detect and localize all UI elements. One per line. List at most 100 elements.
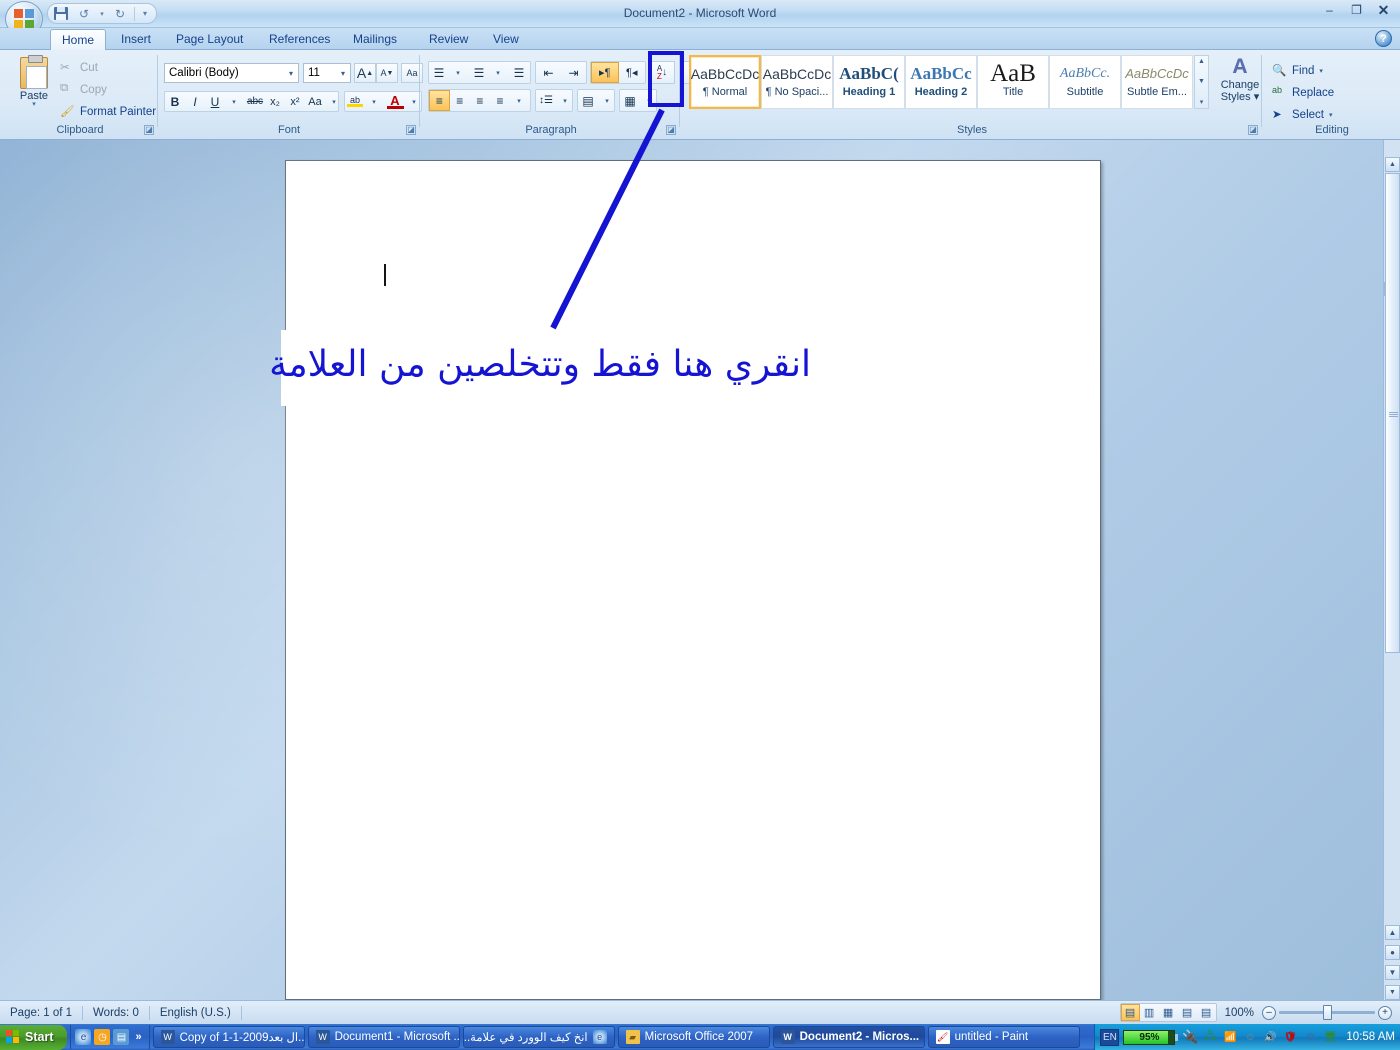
style-subtitle[interactable]: AaBbCc. Subtitle	[1049, 55, 1121, 109]
web-layout-view-button[interactable]: ▦	[1159, 1004, 1178, 1021]
updates-icon[interactable]: ⚙	[1302, 1029, 1318, 1045]
styles-gallery-scroll[interactable]: ▲ ▼ ▾	[1194, 55, 1209, 109]
numbering-dropdown[interactable]: ▾	[489, 62, 509, 83]
style-heading-2[interactable]: AaBbCc Heading 2	[905, 55, 977, 109]
network-icon[interactable]: 🖧	[1202, 1029, 1218, 1045]
bullets-dropdown[interactable]: ▾	[449, 62, 469, 83]
underline-dropdown[interactable]: ▾	[225, 92, 245, 111]
change-case-dropdown[interactable]: ▾	[325, 92, 345, 111]
power-plug-icon[interactable]: 🔌	[1182, 1029, 1198, 1045]
replace-button[interactable]: ab Replace	[1272, 83, 1334, 102]
tab-insert[interactable]: Insert	[110, 29, 162, 50]
style-no-spacing[interactable]: AaBbCcDc ¶ No Spaci...	[761, 55, 833, 109]
internet-explorer-icon[interactable]: e	[75, 1029, 92, 1045]
style-subtle-emphasis[interactable]: AaBbCcDc Subtle Em...	[1121, 55, 1193, 109]
system-clock[interactable]: 10:58 AM	[1342, 1031, 1395, 1043]
battery-meter[interactable]: 95%	[1123, 1029, 1179, 1045]
display-icon[interactable]: 🖥	[1322, 1029, 1338, 1045]
language-indicator[interactable]: English (U.S.)	[150, 1004, 241, 1021]
zoom-level[interactable]: 100%	[1217, 1007, 1262, 1019]
zoom-slider[interactable]: – +	[1262, 1005, 1400, 1020]
copy-button[interactable]: ⧉ Copy	[60, 81, 107, 98]
styles-dialog-launcher[interactable]: ◪	[1248, 125, 1258, 135]
paste-button[interactable]: Paste ▾	[14, 55, 54, 117]
style-heading-1[interactable]: AaBbC( Heading 1	[833, 55, 905, 109]
zoom-out-button[interactable]: –	[1262, 1005, 1276, 1020]
messenger-icon[interactable]: ☺	[1242, 1029, 1258, 1045]
ltr-text-direction-button[interactable]: ▸ ¶	[591, 62, 619, 83]
zoom-in-button[interactable]: +	[1378, 1005, 1392, 1020]
show-desktop-icon[interactable]: ▤	[113, 1029, 130, 1045]
line-spacing-dropdown[interactable]: ▾	[556, 90, 576, 111]
font-size-combo[interactable]: 11 ▾	[303, 63, 351, 83]
underline-button[interactable]: U	[205, 92, 225, 111]
tab-view[interactable]: View	[482, 29, 530, 50]
antivirus-shield-icon[interactable]: 🛡	[1282, 1029, 1298, 1045]
tab-review[interactable]: Review	[418, 29, 479, 50]
quick-launch-more-icon[interactable]: »	[132, 1031, 144, 1043]
taskbar-item-document2[interactable]: W Document2 - Micros...	[772, 1026, 925, 1048]
zoom-thumb[interactable]	[1323, 1005, 1332, 1020]
taskbar-item-copy-of-doc[interactable]: W Copy of ‏ال بعد‏1-1-2009...	[152, 1026, 305, 1048]
style-title[interactable]: AaB Title	[977, 55, 1049, 109]
previous-page-button[interactable]: ▲	[1385, 925, 1400, 940]
cut-button[interactable]: ✂ Cut	[60, 59, 98, 76]
select-browse-object-button[interactable]: ●	[1385, 945, 1400, 960]
clock-icon[interactable]: ◷	[94, 1029, 111, 1045]
numbering-button[interactable]: ☰	[469, 62, 489, 83]
shading-button[interactable]: ▤	[578, 90, 598, 111]
close-button[interactable]: ✕	[1373, 2, 1394, 18]
borders-button[interactable]: ▦	[620, 90, 640, 111]
grow-font-button[interactable]: A ▲	[354, 63, 376, 83]
minimize-button[interactable]: –	[1319, 2, 1340, 18]
tab-mailings[interactable]: Mailings	[342, 29, 408, 50]
scroll-up-button[interactable]: ▲	[1385, 157, 1400, 172]
taskbar-item-document1[interactable]: W Document1 - Microsoft ...	[307, 1026, 460, 1048]
full-screen-reading-view-button[interactable]: ▥	[1140, 1004, 1159, 1021]
shrink-font-button[interactable]: A ▼	[376, 63, 398, 83]
font-dialog-launcher[interactable]: ◪	[406, 125, 416, 135]
font-color-button[interactable]: A	[385, 92, 405, 111]
text-highlight-button[interactable]: ab	[345, 92, 365, 111]
bold-button[interactable]: B	[165, 92, 185, 111]
change-case-button[interactable]: Aa	[305, 92, 325, 111]
taskbar-item-office-folder[interactable]: ▰ Microsoft Office 2007	[617, 1026, 770, 1048]
highlight-dropdown[interactable]: ▾	[365, 92, 385, 111]
tab-references[interactable]: References	[258, 29, 341, 50]
clipboard-dialog-launcher[interactable]: ◪	[144, 125, 154, 135]
language-bar-icon[interactable]: EN	[1100, 1028, 1120, 1046]
select-button[interactable]: ➤ Select ▾	[1272, 105, 1332, 124]
zoom-track[interactable]	[1279, 1005, 1375, 1020]
wireless-icon[interactable]: 📶	[1222, 1029, 1238, 1045]
subscript-button[interactable]: x₂	[265, 92, 285, 111]
superscript-button[interactable]: x²	[285, 92, 305, 111]
strikethrough-button[interactable]: abc	[245, 92, 265, 111]
justify-dropdown[interactable]: ▾	[510, 90, 530, 111]
bullets-button[interactable]: ☰	[429, 62, 449, 83]
restore-button[interactable]: ❐	[1346, 2, 1367, 18]
rtl-text-direction-button[interactable]: ¶ ◂	[619, 62, 645, 83]
help-button[interactable]: ?	[1375, 30, 1392, 47]
increase-indent-button[interactable]: ⇥	[561, 62, 586, 83]
start-button[interactable]: Start	[0, 1024, 68, 1050]
next-page-button[interactable]: ▼	[1385, 965, 1400, 980]
find-button[interactable]: 🔍 Find ▾	[1272, 61, 1323, 80]
taskbar-item-paint[interactable]: 🖌 untitled - Paint	[927, 1026, 1080, 1048]
italic-button[interactable]: I	[185, 92, 205, 111]
tab-home[interactable]: Home	[50, 29, 107, 50]
taskbar-item-ie-page[interactable]: انخ كيف الوورد في علامة... e	[462, 1026, 615, 1048]
scroll-down-button[interactable]: ▼	[1385, 985, 1400, 1000]
page-indicator[interactable]: Page: 1 of 1	[0, 1004, 82, 1021]
change-styles-button[interactable]: A Change Styles ▾	[1215, 55, 1265, 111]
style-normal[interactable]: AaBbCcDc ¶ Normal	[689, 55, 761, 109]
scrollbar-thumb[interactable]	[1385, 173, 1400, 653]
decrease-indent-button[interactable]: ⇤	[536, 62, 561, 83]
align-center-button[interactable]: ≡	[450, 90, 470, 111]
outline-view-button[interactable]: ▤	[1178, 1004, 1197, 1021]
tab-page-layout[interactable]: Page Layout	[165, 29, 254, 50]
align-right-button[interactable]: ≡	[470, 90, 490, 111]
justify-button[interactable]: ≡	[490, 90, 510, 111]
print-layout-view-button[interactable]: ▤	[1120, 1004, 1140, 1021]
format-painter-button[interactable]: 🖌 Format Painter	[60, 103, 156, 120]
align-left-button[interactable]: ≡	[429, 90, 450, 111]
